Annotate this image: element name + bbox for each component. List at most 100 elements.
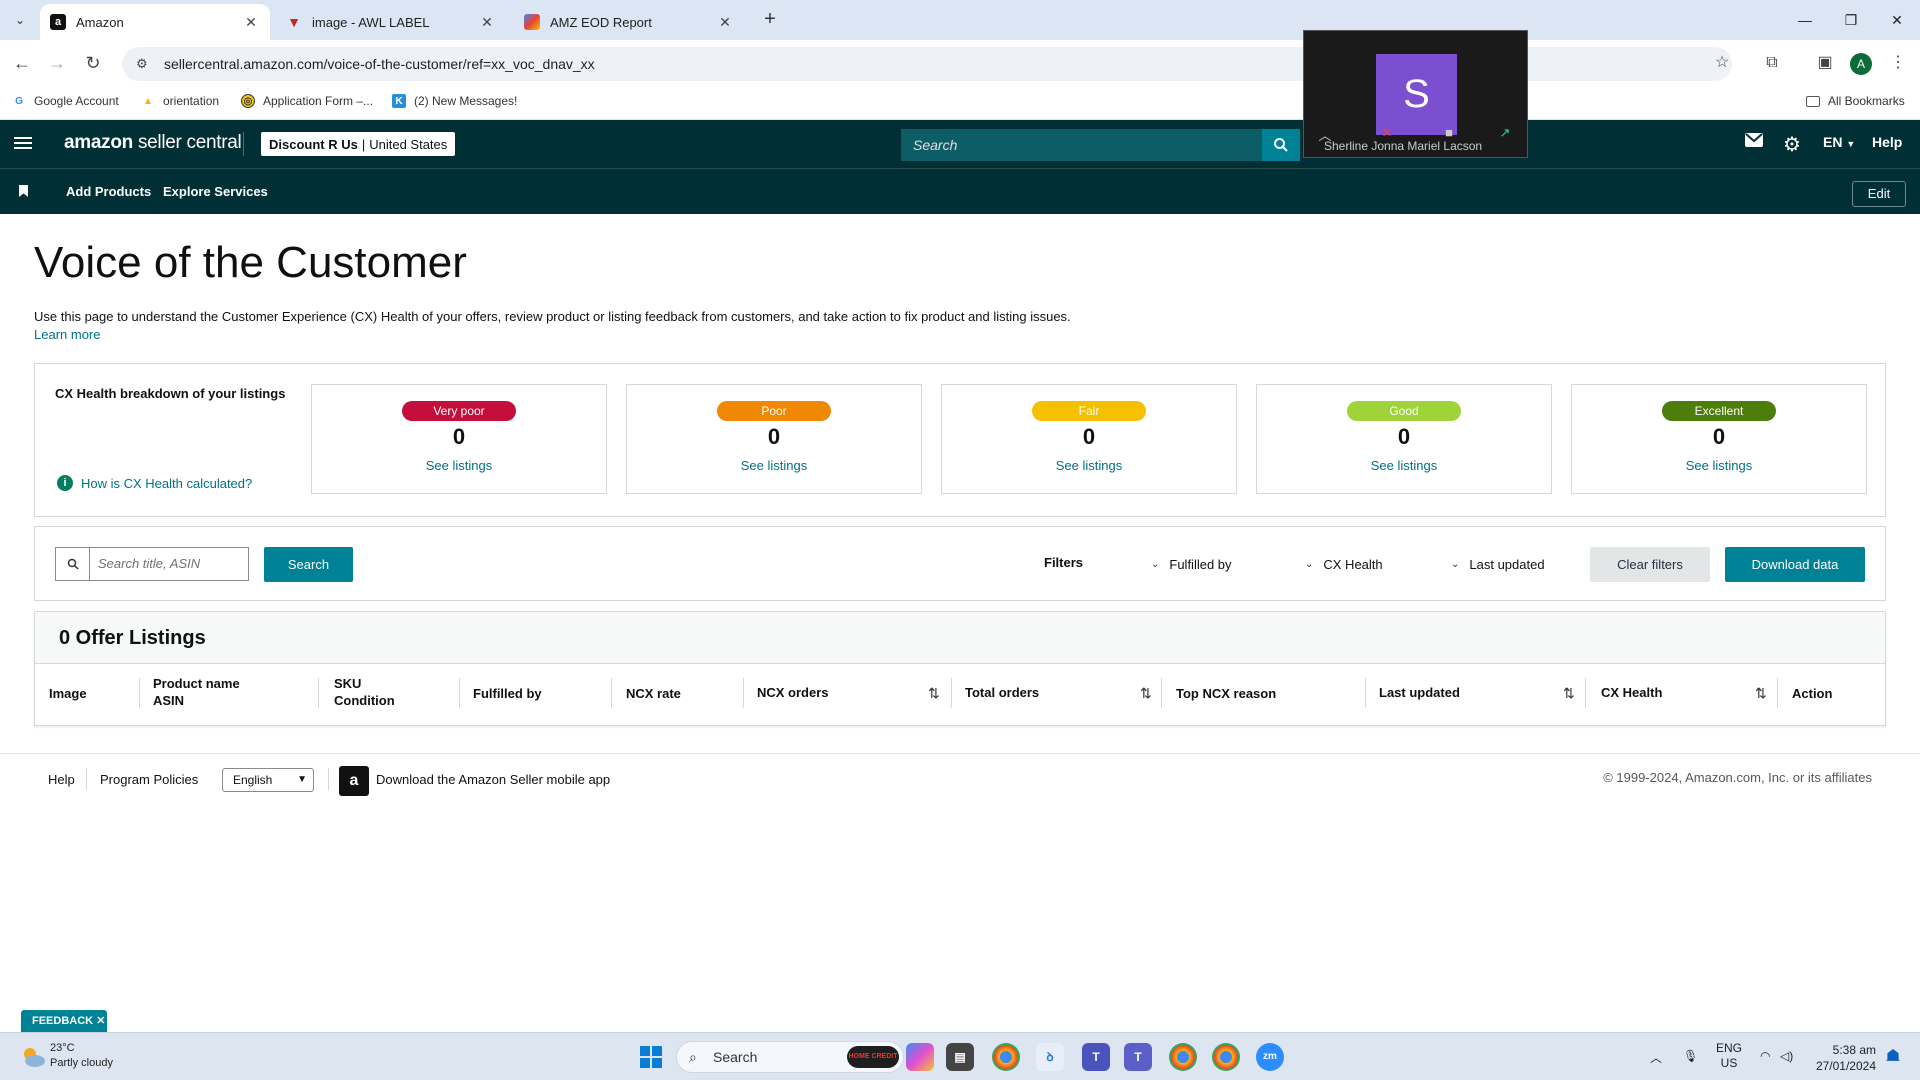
sort-icon[interactable]: ⇅ [1140,685,1152,702]
last-updated-dropdown[interactable]: ⌄ Last updated [1451,557,1545,572]
share-icon[interactable]: ↗ [1494,125,1516,141]
notification-bell-icon[interactable] [1886,1049,1900,1061]
column-product-name[interactable]: Product name ASIN [153,675,240,709]
wifi-icon[interactable]: ◠ [1760,1049,1770,1063]
explore-services-link[interactable]: Explore Services [163,184,268,199]
see-listings-link[interactable]: See listings [1257,458,1551,473]
fulfilled-by-dropdown[interactable]: ⌄ Fulfilled by [1151,557,1232,572]
bookmark-icon[interactable] [19,185,28,197]
column-sku[interactable]: SKU Condition [334,675,395,709]
tab-awl-label[interactable]: ▼ image - AWL LABEL ✕ [276,4,506,40]
language-selector[interactable]: EN ▼ [1823,134,1855,150]
footer-language-select[interactable]: English ▼ [222,768,314,792]
add-products-link[interactable]: Add Products [66,184,151,199]
close-tab-icon[interactable]: ✕ [478,14,496,31]
download-app-link[interactable]: Download the Amazon Seller mobile app [376,772,610,787]
reload-icon[interactable]: ↻ [81,51,105,75]
new-tab-icon[interactable]: + [758,8,782,32]
program-policies-link[interactable]: Program Policies [100,772,198,787]
copilot-icon[interactable] [906,1043,934,1071]
all-bookmarks[interactable]: All Bookmarks [1806,94,1905,108]
header-search-input[interactable]: Search [901,129,1262,161]
column-ncx-orders[interactable]: NCX orders [757,684,829,701]
zoom-video-window[interactable]: S ︿ ✕ ■ ↗ Sherline Jonna Mariel Lacson [1303,30,1528,158]
browser-menu-icon[interactable]: ⋮ [1886,51,1910,75]
clock-date: 27/01/2024 [1815,1059,1876,1073]
chrome-profile-a-icon[interactable] [1169,1043,1197,1071]
sort-icon[interactable]: ⇅ [1755,685,1767,702]
see-listings-link[interactable]: See listings [312,458,606,473]
footer-help-link[interactable]: Help [48,772,75,787]
column-divider [611,678,612,708]
amazon-seller-app-icon[interactable]: a [339,766,369,796]
close-tab-icon[interactable]: ✕ [242,14,260,31]
forward-icon[interactable]: → [45,51,69,75]
learn-more-link[interactable]: Learn more [34,327,100,342]
microphone-icon[interactable]: 🎙 [1683,1049,1698,1063]
teams-work-icon[interactable]: T [1124,1043,1152,1071]
tab-search-chevron-icon[interactable]: ⌄ [8,8,32,32]
skype-icon[interactable]: ꝺ [1036,1043,1064,1071]
header-search-button[interactable] [1262,129,1300,161]
extensions-icon[interactable]: ⧉ [1760,51,1784,75]
bookmark-application-form[interactable]: ◎ Application Form –... [241,94,373,108]
windows-start-icon[interactable] [640,1046,662,1068]
taskbar-search[interactable]: ⌕ Search HOME CREDIT [676,1041,904,1073]
listing-search-input[interactable]: Search title, ASIN [55,547,249,581]
lang-top: ENG [1716,1041,1743,1055]
chrome-profile-b-icon[interactable] [1212,1043,1240,1071]
sort-icon[interactable]: ⇅ [928,685,940,702]
site-info-icon[interactable]: ⚙ [136,56,156,72]
search-button[interactable]: Search [264,547,353,582]
file-explorer-icon[interactable]: ▤ [946,1043,974,1071]
seller-central-logo[interactable]: amazon seller central [64,132,242,154]
see-listings-link[interactable]: See listings [1572,458,1866,473]
edit-button[interactable]: Edit [1852,181,1906,207]
chrome-icon[interactable] [992,1043,1020,1071]
bookmark-google-account[interactable]: G Google Account [12,94,119,108]
close-tab-icon[interactable]: ✕ [716,14,734,31]
column-total-orders[interactable]: Total orders [965,684,1039,701]
hamburger-menu-icon[interactable] [14,134,32,152]
weather-widget[interactable]: 23°C Partly cloudy [50,1041,113,1071]
see-listings-link[interactable]: See listings [627,458,921,473]
profile-avatar[interactable]: A [1850,53,1872,75]
footer-separator [86,768,87,790]
bookmark-new-messages[interactable]: K (2) New Messages! [392,94,517,108]
tab-amz-eod-report[interactable]: AMZ EOD Report ✕ [514,4,744,40]
volume-icon[interactable]: ◁) [1780,1049,1793,1063]
minimize-icon[interactable]: — [1782,0,1828,40]
restore-icon[interactable]: ❐ [1828,0,1874,40]
cx-health-how-link[interactable]: i How is CX Health calculated? [57,475,252,491]
teams-icon[interactable]: T [1082,1043,1110,1071]
feedback-button[interactable]: FEEDBACK ✕ [21,1010,107,1032]
column-top-ncx-reason[interactable]: Top NCX reason [1176,685,1276,702]
system-clock[interactable]: 5:38 am 27/01/2024 [1812,1042,1876,1074]
folder-icon [1806,95,1820,107]
store-selector[interactable]: Discount R Us | United States [261,132,456,156]
bookmark-orientation[interactable]: ▲ orientation [141,94,219,108]
chevron-up-icon[interactable]: ︿ [1650,1049,1662,1066]
partly-cloudy-icon[interactable] [18,1042,48,1072]
input-language[interactable]: ENG US [1716,1041,1742,1071]
close-icon[interactable]: ✕ [96,1015,105,1027]
clear-filters-button[interactable]: Clear filters [1590,547,1710,582]
sort-icon[interactable]: ⇅ [1563,685,1575,702]
close-window-icon[interactable]: ✕ [1874,0,1920,40]
help-link[interactable]: Help [1872,134,1902,150]
column-ncx-rate[interactable]: NCX rate [626,685,681,702]
zoom-app-icon[interactable]: zm [1256,1043,1284,1071]
side-panel-icon[interactable]: ▣ [1813,51,1837,75]
column-cx-health[interactable]: CX Health [1601,684,1662,701]
cx-health-dropdown[interactable]: ⌄ CX Health [1305,557,1383,572]
column-last-updated[interactable]: Last updated [1379,684,1460,701]
back-icon[interactable]: ← [10,51,34,75]
tab-amazon[interactable]: a Amazon ✕ [40,4,270,40]
bookmark-star-icon[interactable]: ☆ [1710,51,1734,75]
see-listings-link[interactable]: See listings [942,458,1236,473]
column-fulfilled-by[interactable]: Fulfilled by [473,685,542,702]
header-divider [243,132,244,156]
download-data-button[interactable]: Download data [1725,547,1865,582]
settings-gear-icon[interactable]: ⚙ [1783,132,1801,157]
mail-icon[interactable] [1745,133,1763,150]
